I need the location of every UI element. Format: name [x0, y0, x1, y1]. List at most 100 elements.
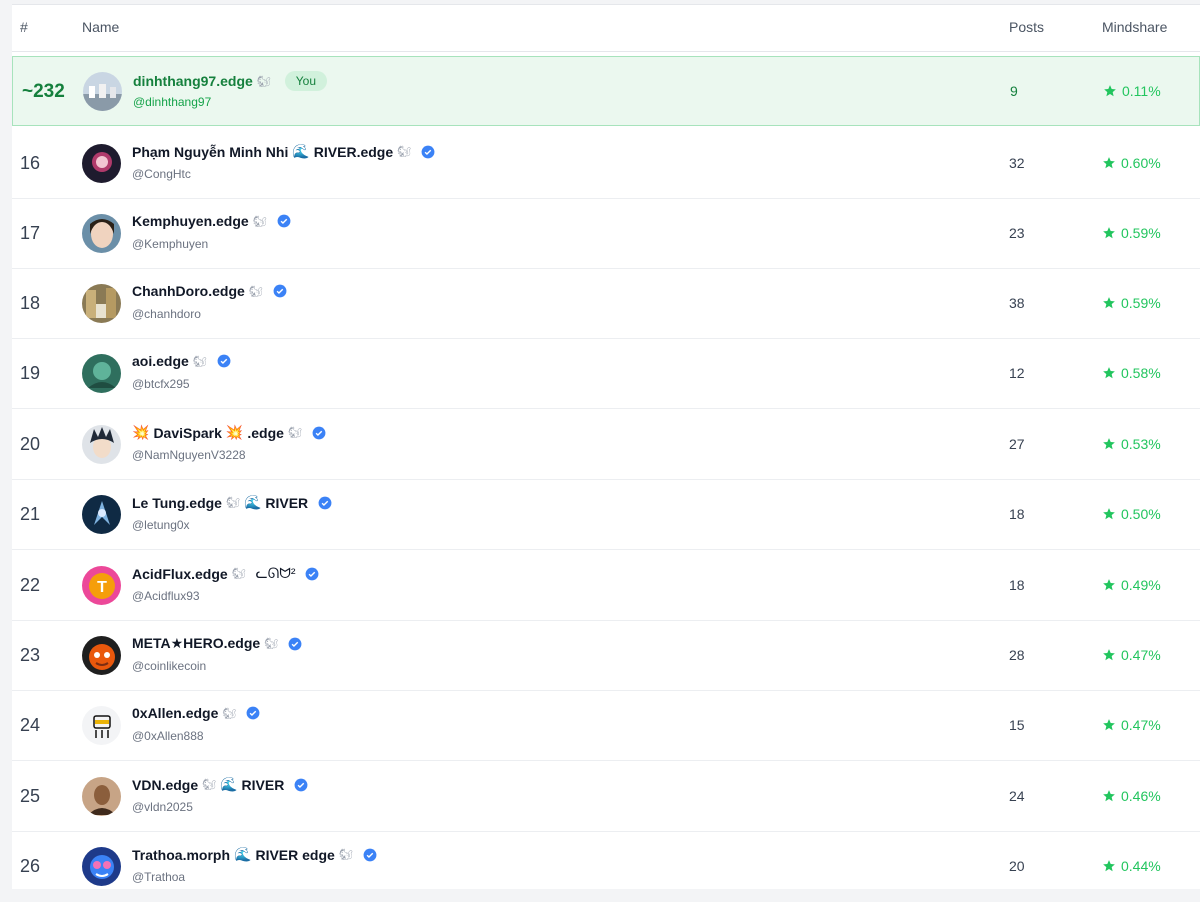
rank: 22	[20, 575, 41, 595]
verified-icon	[273, 284, 287, 298]
you-badge: You	[284, 71, 328, 91]
mindshare: 0.50%	[1102, 506, 1161, 522]
posts-count: 20	[1009, 858, 1025, 874]
mindshare: 0.47%	[1102, 647, 1161, 663]
header-posts[interactable]: Posts	[1009, 19, 1044, 35]
handle[interactable]: @letung0x	[132, 518, 190, 532]
table-row[interactable]: 24 0xAllen.edge 🐿 @0xAllen888 15 0.47%	[12, 691, 1200, 761]
display-name[interactable]: aoi.edge 🐿	[132, 353, 231, 369]
display-name[interactable]: AcidFlux.edge 🐿 ᓚᘏᗢ²	[132, 565, 319, 582]
posts-count: 9	[1010, 83, 1018, 99]
squirrel-icon: 🐿	[256, 75, 271, 88]
rank: 18	[20, 293, 41, 313]
squirrel-icon: 🐿	[338, 849, 353, 861]
table-row[interactable]: 25 VDN.edge 🐿 🌊 RIVER @vldn2025 24 0.46%	[12, 762, 1200, 832]
star-icon	[1104, 85, 1116, 97]
star-icon	[1103, 508, 1115, 520]
star-icon	[1103, 860, 1115, 872]
star-icon	[1103, 157, 1115, 169]
display-name[interactable]: dinhthang97.edge 🐿 You	[133, 71, 328, 91]
star-icon	[1103, 438, 1115, 450]
verified-icon	[294, 778, 308, 791]
posts-count: 32	[1009, 155, 1025, 171]
verified-icon	[306, 567, 319, 580]
handle[interactable]: @CongHtc	[132, 167, 191, 181]
table-row-you[interactable]: ~232 dinhthang97.edge 🐿 You @dinhthang97…	[12, 56, 1200, 126]
posts-count: 12	[1009, 365, 1025, 381]
table-row[interactable]: 21 Le Tung.edge 🐿 🌊 RIVER @letung0x 18 0…	[12, 480, 1200, 550]
verified-icon	[363, 848, 377, 861]
avatar[interactable]	[82, 777, 121, 816]
display-name[interactable]: Le Tung.edge 🐿 🌊 RIVER	[132, 494, 332, 511]
avatar[interactable]: T	[82, 566, 121, 605]
star-icon	[1103, 367, 1115, 379]
display-name[interactable]: Trathoa.morph 🌊 RIVER edge 🐿	[132, 846, 377, 863]
squirrel-icon: 🐿	[397, 146, 412, 158]
display-name[interactable]: VDN.edge 🐿 🌊 RIVER	[132, 776, 308, 793]
handle[interactable]: @btcfx295	[132, 377, 190, 391]
mindshare: 0.46%	[1102, 788, 1161, 804]
table-row[interactable]: 19 aoi.edge 🐿 @btcfx295 12 0.58%	[12, 339, 1200, 409]
mindshare: 0.53%	[1102, 436, 1161, 452]
table-row[interactable]: 16 Phạm Nguyễn Minh Nhi 🌊 RIVER.edge 🐿 @…	[12, 129, 1200, 199]
posts-count: 24	[1009, 788, 1025, 804]
avatar[interactable]	[83, 72, 122, 111]
display-name[interactable]: 0xAllen.edge 🐿	[132, 705, 260, 721]
table-row[interactable]: 23 META★HERO.edge 🐿 @coinlikecoin 28 0.4…	[12, 621, 1200, 691]
handle[interactable]: @Kemphuyen	[132, 237, 208, 251]
burst-icon: 💥	[225, 424, 244, 440]
header-mindshare[interactable]: Mindshare	[1102, 19, 1167, 35]
table-row[interactable]: 26 Trathoa.morph 🌊 RIVER edge 🐿 @Trathoa…	[12, 832, 1200, 902]
table-row[interactable]: 17 Kemphuyen.edge 🐿 @Kemphuyen 23 0.59%	[12, 199, 1200, 269]
handle[interactable]: @Acidflux93	[132, 589, 200, 603]
handle[interactable]: @Trathoa	[132, 870, 185, 884]
squirrel-icon: 🐿	[202, 779, 217, 791]
mindshare: 0.59%	[1102, 295, 1161, 311]
avatar[interactable]	[82, 636, 121, 675]
star-icon	[1103, 790, 1115, 802]
avatar[interactable]	[82, 495, 121, 534]
avatar[interactable]	[82, 144, 121, 183]
header-name[interactable]: Name	[82, 19, 119, 35]
rank: 17	[20, 223, 41, 243]
display-name[interactable]: 💥 DaviSpark 💥 .edge 🐿	[132, 424, 326, 441]
squirrel-icon: 🐿	[231, 568, 246, 580]
table-row[interactable]: 22 T AcidFlux.edge 🐿 ᓚᘏᗢ² @Acidflux93 18…	[12, 551, 1200, 621]
handle[interactable]: @vldn2025	[132, 800, 193, 814]
handle[interactable]: @chanhdoro	[132, 307, 201, 321]
verified-icon	[217, 354, 231, 368]
handle[interactable]: @dinhthang97	[133, 95, 211, 109]
verified-icon	[312, 426, 326, 439]
avatar[interactable]	[82, 706, 121, 745]
avatar[interactable]	[82, 847, 121, 886]
rank: 19	[20, 363, 41, 383]
display-name[interactable]: ChanhDoro.edge 🐿	[132, 283, 287, 299]
mindshare: 0.47%	[1102, 717, 1161, 733]
display-name[interactable]: Phạm Nguyễn Minh Nhi 🌊 RIVER.edge 🐿	[132, 143, 435, 160]
avatar[interactable]	[82, 425, 121, 464]
display-name[interactable]: META★HERO.edge 🐿	[132, 635, 302, 652]
avatar[interactable]	[82, 354, 121, 393]
leaderboard-panel: # Name Posts Mindshare ~232 dinhthang97.…	[12, 4, 1200, 889]
star-icon	[1103, 649, 1115, 661]
svg-text:T: T	[97, 579, 107, 596]
handle[interactable]: @0xAllen888	[132, 729, 204, 743]
table-row[interactable]: 18 ChanhDoro.edge 🐿 @chanhdoro 38 0.59%	[12, 269, 1200, 339]
handle[interactable]: @NamNguyenV3228	[132, 448, 246, 462]
squirrel-icon: 🐿	[222, 707, 237, 720]
star-icon	[1103, 719, 1115, 731]
burst-icon: 💥	[132, 424, 150, 440]
verified-icon	[421, 145, 435, 158]
mindshare: 0.59%	[1102, 225, 1161, 241]
rank: 21	[20, 504, 41, 524]
avatar[interactable]	[82, 214, 121, 253]
rank: 20	[20, 434, 41, 454]
handle[interactable]: @coinlikecoin	[132, 659, 206, 673]
mindshare: 0.44%	[1102, 858, 1161, 874]
table-row[interactable]: 20 💥 DaviSpark 💥 .edge 🐿 @NamNguyenV3228…	[12, 410, 1200, 480]
header-rank: #	[20, 19, 28, 35]
mindshare: 0.58%	[1102, 365, 1161, 381]
avatar[interactable]	[82, 284, 121, 323]
display-name[interactable]: Kemphuyen.edge 🐿	[132, 213, 291, 229]
posts-count: 18	[1009, 577, 1025, 593]
